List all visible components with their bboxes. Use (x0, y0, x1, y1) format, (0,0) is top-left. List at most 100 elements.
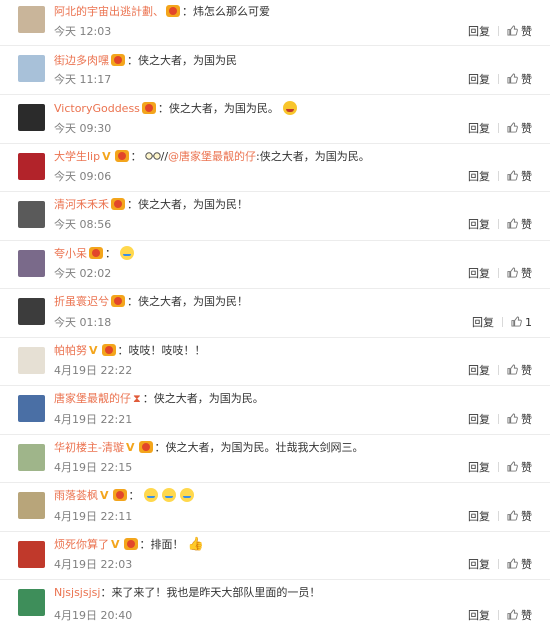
verified-v-icon: V (100, 489, 109, 502)
comment-text: 侠之大者，为国为民。 (153, 392, 264, 405)
like-button[interactable]: 1 (511, 316, 532, 329)
comment-time: 4月19日 22:22 (54, 364, 133, 377)
comment-username[interactable]: 大学生lip (54, 150, 100, 163)
like-button[interactable]: 赞 (507, 218, 532, 231)
comment-username[interactable]: 夸小呆 (54, 247, 87, 260)
reply-button[interactable]: 回复 (468, 122, 490, 135)
thumb-up-icon (507, 73, 518, 84)
member-badge-icon (112, 489, 127, 501)
comment-username[interactable]: Njsjsjsjsj (54, 586, 100, 599)
avatar[interactable] (18, 153, 45, 180)
avatar[interactable] (18, 395, 45, 422)
member-badge-icon (114, 150, 129, 162)
comment-username[interactable]: 唐家堡最靓的仔 (54, 392, 131, 405)
comment-time: 今天 01:18 (54, 316, 112, 329)
comment-username[interactable]: 华初楼主-清璇 (54, 441, 124, 454)
comment-item: 夸小呆： 今天 02:02 回复赞 (0, 241, 550, 289)
like-count: 1 (525, 316, 532, 329)
reply-button[interactable]: 回复 (468, 558, 490, 571)
like-button[interactable]: 赞 (507, 267, 532, 280)
avatar[interactable] (18, 347, 45, 374)
verified-v-icon: V (111, 538, 120, 551)
comment-time: 今天 09:06 (54, 170, 112, 183)
avatar[interactable] (18, 201, 45, 228)
comment-text: 吱吱！吱吱！！ (128, 344, 206, 357)
emoji-crying-icon (161, 488, 176, 502)
mention-link[interactable]: @唐家堡最靓的仔 (168, 150, 256, 163)
like-button[interactable]: 赞 (507, 25, 532, 38)
comment-time: 4月19日 22:03 (54, 558, 133, 571)
comment-text: 侠之大者，为国为民。 (168, 102, 279, 115)
member-badge-icon (89, 247, 103, 259)
glasses-emoji-icon (144, 152, 161, 160)
comment-text: 排面！ (150, 538, 184, 551)
avatar[interactable] (18, 104, 45, 131)
comment-time: 今天 08:56 (54, 218, 112, 231)
avatar[interactable] (18, 250, 45, 277)
comment-text: 侠之大者，为国为民。壮哉我大剑网三。 (165, 441, 364, 454)
thumb-up-icon (507, 558, 518, 569)
reply-button[interactable]: 回复 (468, 461, 490, 474)
reply-button[interactable]: 回复 (468, 170, 490, 183)
member-badge-icon (101, 344, 116, 356)
avatar[interactable] (18, 589, 45, 616)
emoji-crying-icon (179, 488, 194, 502)
reply-button[interactable]: 回复 (468, 218, 490, 231)
reply-button[interactable]: 回复 (468, 364, 490, 377)
comment-username[interactable]: 折虽寰迟兮 (54, 295, 109, 308)
thumb-up-icon (507, 218, 518, 229)
comment-list: 阿北的宇宙出逃計劃、 ：炜怎么那么可爱 今天 12:03 回复赞 街边多肉嘿 ：侠之… (0, 0, 550, 631)
comment-item: Njsjsjsjsj：来了来了！我也是昨天大部队里面的一员！ 4月19日 20:… (0, 580, 550, 631)
verified-v-icon: V (102, 150, 111, 163)
comment-username[interactable]: 街边多肉嘿 (54, 54, 109, 67)
reply-button[interactable]: 回复 (468, 413, 490, 426)
comment-username[interactable]: 雨落荟枫 (54, 489, 98, 502)
comment-username[interactable]: 烦死你算了 (54, 538, 109, 551)
comment-time: 4月19日 22:11 (54, 510, 133, 523)
avatar[interactable] (18, 492, 45, 519)
thumbs-up-emoji-icon: 👍 (187, 537, 204, 552)
like-button[interactable]: 赞 (507, 170, 532, 183)
like-button[interactable]: 赞 (507, 558, 532, 571)
member-badge-icon (123, 538, 138, 550)
like-button[interactable]: 赞 (507, 413, 532, 426)
reply-button[interactable]: 回复 (468, 73, 490, 86)
comment-time: 4月19日 22:21 (54, 413, 133, 426)
comment-text: 侠之大者，为国为民 (138, 54, 237, 67)
like-button[interactable]: 赞 (507, 364, 532, 377)
like-button[interactable]: 赞 (507, 122, 532, 135)
thumb-up-icon (507, 170, 518, 181)
reply-button[interactable]: 回复 (468, 609, 490, 622)
avatar[interactable] (18, 444, 45, 471)
emoji-heart-eyes-icon (282, 101, 297, 115)
reply-button[interactable]: 回复 (472, 316, 494, 329)
avatar[interactable] (18, 6, 45, 33)
comment-username[interactable]: 清河禾禾禾 (54, 198, 109, 211)
reply-button[interactable]: 回复 (468, 25, 490, 38)
comment-item: 雨落荟枫 V： 4月19日 22:11 回复赞 (0, 483, 550, 532)
avatar[interactable] (18, 541, 45, 568)
avatar[interactable] (18, 55, 45, 82)
comment-time: 4月19日 20:40 (54, 609, 133, 622)
avatar[interactable] (18, 298, 45, 325)
comment-username[interactable]: VictoryGoddess (54, 102, 140, 115)
thumb-up-icon (507, 122, 518, 133)
verified-v-icon: V (89, 344, 98, 357)
reply-button[interactable]: 回复 (468, 510, 490, 523)
member-badge-icon (111, 295, 125, 307)
thumb-up-icon (507, 609, 518, 620)
like-button[interactable]: 赞 (507, 73, 532, 86)
reply-button[interactable]: 回复 (468, 267, 490, 280)
thumb-up-icon (507, 413, 518, 424)
comment-text: 炜怎么那么可爱 (193, 5, 270, 18)
comment-item: 阿北的宇宙出逃計劃、 ：炜怎么那么可爱 今天 12:03 回复赞 (0, 0, 550, 46)
like-button[interactable]: 赞 (507, 510, 532, 523)
comment-text: 侠之大者，为国为民！ (138, 295, 248, 308)
comment-username[interactable]: 帕帕努 (54, 344, 87, 357)
comment-time: 今天 09:30 (54, 122, 112, 135)
like-button[interactable]: 赞 (507, 609, 532, 622)
comment-time: 今天 02:02 (54, 267, 112, 280)
like-button[interactable]: 赞 (507, 461, 532, 474)
comment-username[interactable]: 阿北的宇宙出逃計劃、 (54, 5, 164, 18)
comment-text: :侠之大者，为国为民。 (256, 150, 370, 163)
